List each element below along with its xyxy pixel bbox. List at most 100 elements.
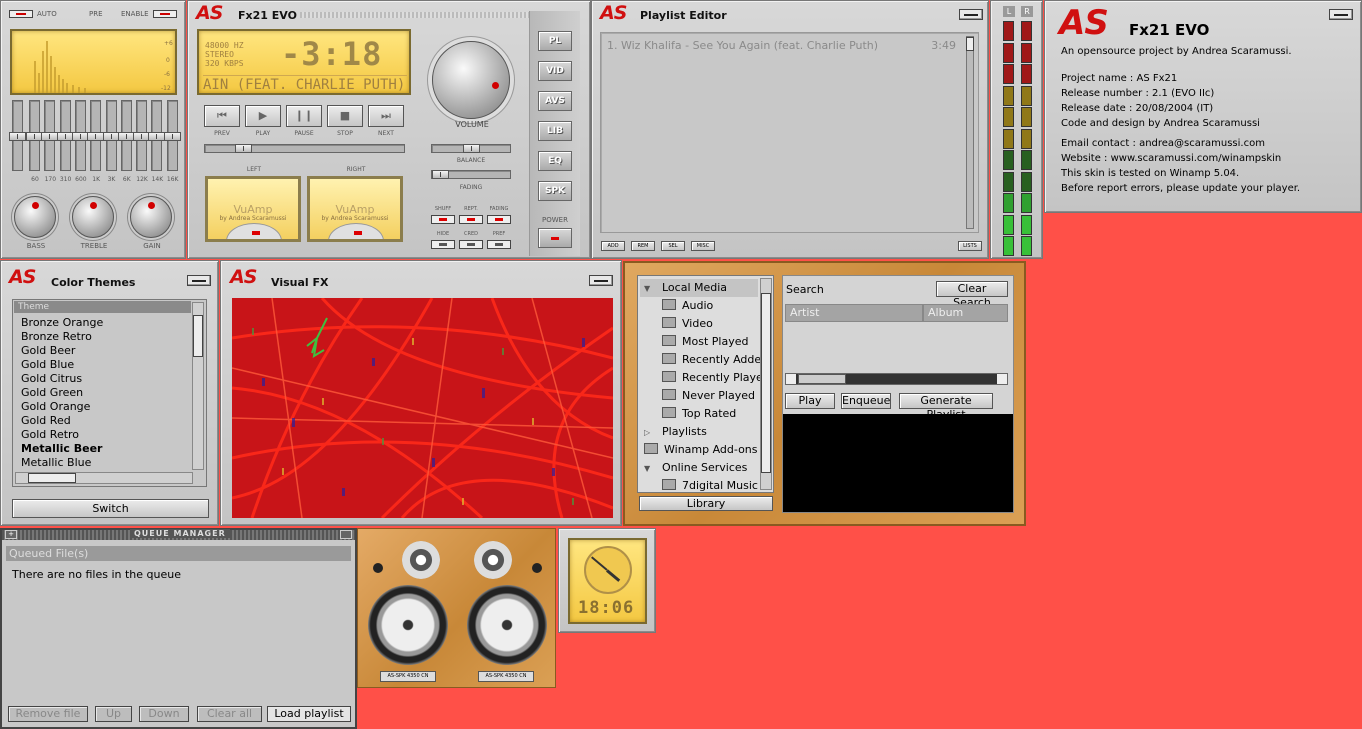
vu-meter-left: VuAmp by Andrea Scaramussi xyxy=(205,176,301,242)
theme-item[interactable]: Gold Blue xyxy=(13,358,191,372)
minimize-button[interactable] xyxy=(1329,9,1353,20)
visualization-canvas[interactable] xyxy=(232,298,613,518)
power-button[interactable] xyxy=(538,228,572,248)
website[interactable]: Website : www.scaramussi.com/winampskin xyxy=(1061,151,1300,166)
lib-button[interactable]: LIB xyxy=(538,121,572,141)
theme-item[interactable]: Gold Green xyxy=(13,386,191,400)
eq-band-slider[interactable] xyxy=(148,100,166,171)
theme-item[interactable]: Metallic Beer xyxy=(13,442,191,456)
generate-playlist-button[interactable]: Generate Playlist xyxy=(899,393,993,421)
fading-toggle[interactable] xyxy=(487,215,511,224)
pl-button[interactable]: PL xyxy=(538,31,572,51)
tree-item[interactable]: Winamp Add-ons xyxy=(640,441,758,459)
up-button[interactable]: Up xyxy=(95,706,132,722)
expand-arrow-icon[interactable]: ▼ xyxy=(644,280,662,298)
tree-item[interactable]: Audio xyxy=(640,297,758,315)
add-button[interactable]: ADD xyxy=(601,241,625,251)
eq-band-slider[interactable] xyxy=(41,100,59,171)
tree-item[interactable]: Most Played xyxy=(640,333,758,351)
tree-item[interactable]: Top Rated xyxy=(640,405,758,423)
tree-item[interactable]: ▼ Local Media xyxy=(640,279,758,297)
eq-band-slider[interactable] xyxy=(163,100,181,171)
playlist-scrollbar[interactable] xyxy=(966,36,974,229)
theme-item[interactable]: Gold Citrus xyxy=(13,372,191,386)
hide-toggle[interactable] xyxy=(431,240,455,249)
avs-button[interactable]: AVS xyxy=(538,91,572,111)
time-display[interactable]: -3:18 xyxy=(281,35,382,73)
tree-item[interactable]: ▼ Online Services xyxy=(640,459,758,477)
tree-item[interactable]: Recently Added xyxy=(640,351,768,369)
play-button[interactable]: Play xyxy=(785,393,835,409)
rept-toggle[interactable] xyxy=(459,215,483,224)
lists-button[interactable]: LISTS xyxy=(958,241,982,251)
eq-button[interactable]: EQ xyxy=(538,151,572,171)
clear-search-button[interactable]: Clear Search xyxy=(936,281,1008,309)
down-button[interactable]: Down xyxy=(139,706,189,722)
queue-title-bar[interactable]: + QUEUE MANAGER xyxy=(2,529,355,540)
theme-item[interactable]: Gold Beer xyxy=(13,344,191,358)
eq-band-slider[interactable] xyxy=(26,100,43,171)
theme-item[interactable]: Gold Red xyxy=(13,414,191,428)
sel-button[interactable]: SEL xyxy=(661,241,685,251)
library-button[interactable]: Library xyxy=(639,496,773,511)
theme-item[interactable]: Gold Retro xyxy=(13,428,191,442)
gain-knob[interactable] xyxy=(130,196,172,238)
enqueue-button[interactable]: Enqueue xyxy=(841,393,891,409)
prev-button[interactable]: ⏮ xyxy=(204,105,240,127)
tree-item[interactable]: 7digital Music xyxy=(640,477,758,495)
expand-arrow-icon[interactable]: ▷ xyxy=(644,424,662,442)
bass-knob[interactable] xyxy=(14,196,56,238)
tree-item[interactable]: Never Played xyxy=(640,387,758,405)
stop-button[interactable]: ■ xyxy=(327,105,363,127)
vid-button[interactable]: VID xyxy=(538,61,572,81)
pref-toggle[interactable] xyxy=(487,240,511,249)
cred-toggle[interactable] xyxy=(459,240,483,249)
play-button[interactable]: ▶ xyxy=(245,105,281,127)
minimize-button[interactable] xyxy=(187,275,211,286)
clear-all-button[interactable]: Clear all xyxy=(197,706,262,722)
eq-band-slider[interactable] xyxy=(117,100,135,171)
eq-band-slider[interactable] xyxy=(56,100,74,171)
eq-band-slider[interactable] xyxy=(71,100,89,171)
theme-item[interactable]: Metallic Blue xyxy=(13,456,191,470)
preamp-slider[interactable] xyxy=(9,100,26,171)
misc-button[interactable]: MISC xyxy=(691,241,715,251)
balance-slider[interactable] xyxy=(431,144,511,153)
artist-column-header[interactable]: Artist xyxy=(785,304,923,322)
load-playlist-button[interactable]: Load playlist xyxy=(267,706,351,722)
next-button[interactable]: ⏭ xyxy=(368,105,404,127)
expand-arrow-icon[interactable]: ▼ xyxy=(644,460,662,478)
pause-button[interactable]: ❙❙ xyxy=(286,105,322,127)
fading-slider[interactable] xyxy=(431,170,511,179)
seek-bar[interactable] xyxy=(204,144,405,153)
search-input[interactable] xyxy=(825,280,931,297)
close-icon[interactable] xyxy=(340,530,352,539)
minimize-button[interactable] xyxy=(959,9,983,20)
library-hscroll[interactable] xyxy=(785,373,1008,385)
tree-item[interactable]: ▷ Playlists xyxy=(640,423,758,441)
themes-hscroll[interactable] xyxy=(15,472,193,484)
tree-item[interactable]: Video xyxy=(640,315,758,333)
rem-button[interactable]: REM xyxy=(631,241,655,251)
switch-button[interactable]: Switch xyxy=(12,499,209,518)
eq-band-slider[interactable] xyxy=(102,100,120,171)
theme-item[interactable]: Gold Orange xyxy=(13,400,191,414)
remove-file-button[interactable]: Remove file xyxy=(8,706,88,722)
treble-knob[interactable] xyxy=(72,196,114,238)
theme-item[interactable]: Bronze Retro xyxy=(13,330,191,344)
shuff-toggle[interactable] xyxy=(431,215,455,224)
themes-vscroll[interactable] xyxy=(192,302,204,470)
auto-toggle[interactable] xyxy=(9,10,33,18)
theme-item[interactable]: Bronze Orange xyxy=(13,316,191,330)
tree-vscroll[interactable] xyxy=(760,278,772,490)
album-column-header[interactable]: Album xyxy=(923,304,1008,322)
playlist-track[interactable]: 1. Wiz Khalifa - See You Again (feat. Ch… xyxy=(607,39,878,52)
minimize-button[interactable] xyxy=(589,275,613,286)
tree-item[interactable]: Recently Played xyxy=(640,369,770,387)
enable-toggle[interactable] xyxy=(153,10,177,18)
expand-icon[interactable]: + xyxy=(5,530,17,539)
eq-band-slider[interactable] xyxy=(87,100,105,171)
eq-band-slider[interactable] xyxy=(133,100,151,171)
volume-knob[interactable] xyxy=(432,41,510,119)
spk-button[interactable]: SPK xyxy=(538,181,572,201)
